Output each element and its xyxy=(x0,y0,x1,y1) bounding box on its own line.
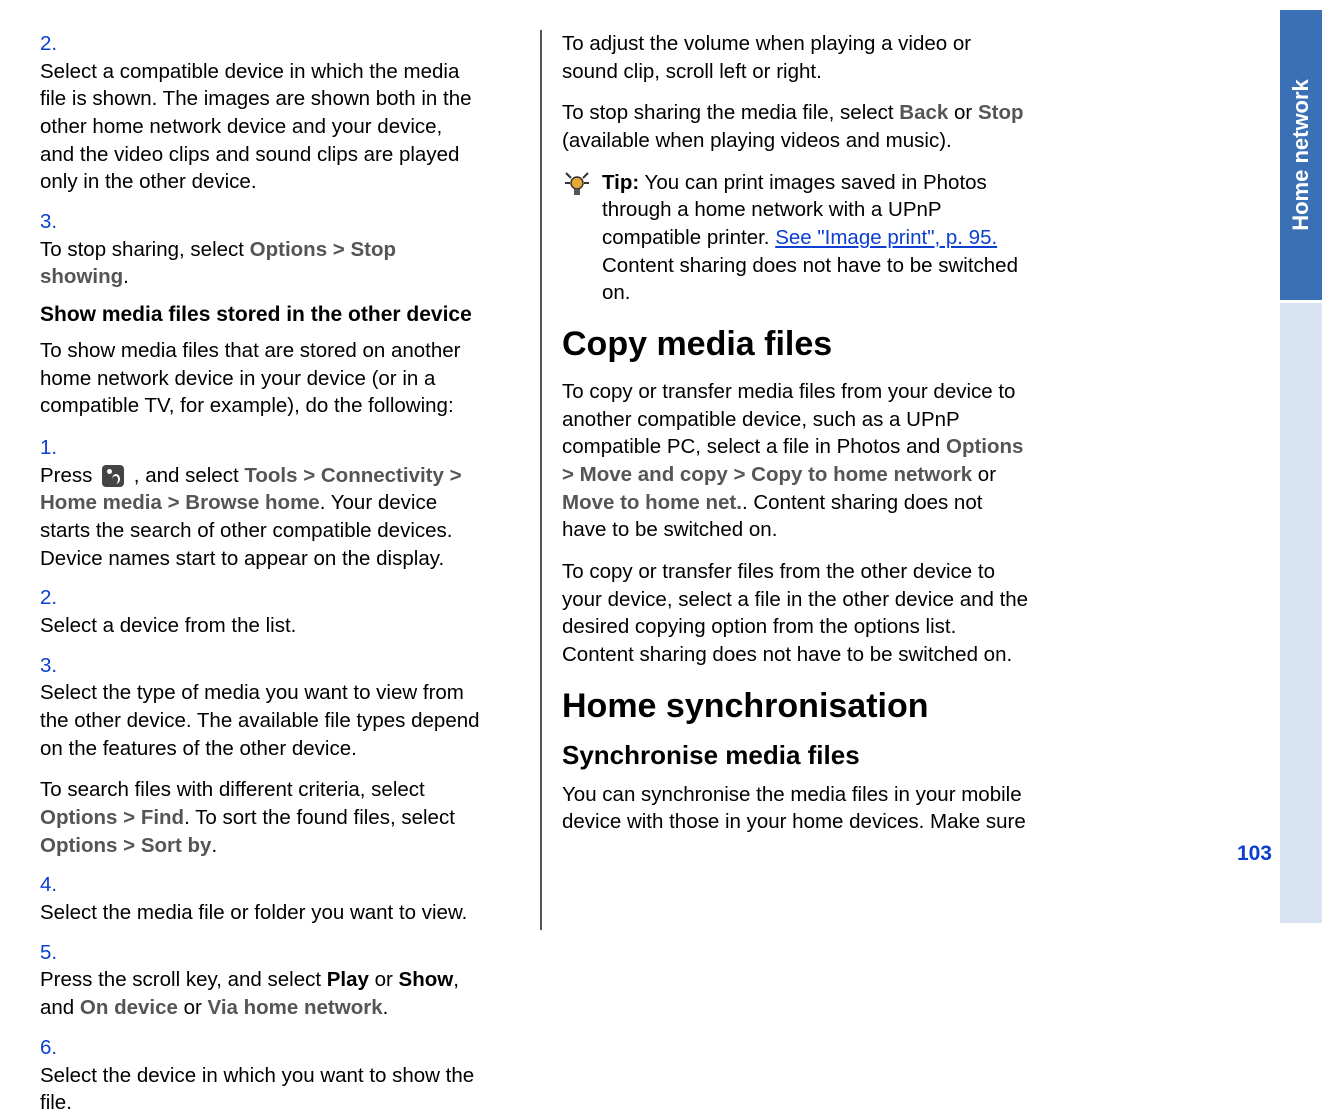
paragraph: You can synchronise the media files in y… xyxy=(562,781,1032,836)
list-number: 2. xyxy=(40,30,68,58)
paragraph: To show media files that are stored on a… xyxy=(40,337,510,420)
menu-label: Tools xyxy=(244,464,297,487)
section-tab-track xyxy=(1280,303,1322,923)
list-main: 1. Press , and select Tools > Connectivi… xyxy=(40,434,510,1117)
list-item: 3. To stop sharing, select Options > Sto… xyxy=(40,208,510,291)
list-item: 4. Select the media file or folder you w… xyxy=(40,871,510,926)
list-number: 4. xyxy=(40,871,68,899)
paragraph: To copy or transfer media files from you… xyxy=(562,378,1032,544)
list-number: 5. xyxy=(40,939,68,967)
list-text: Select the device in which you want to s… xyxy=(40,1062,480,1117)
menu-label: Stop xyxy=(978,101,1024,124)
right-column: To adjust the volume when playing a vide… xyxy=(542,30,1062,924)
list-text: Select a compatible device in which the … xyxy=(40,58,480,196)
list-text: Select a device from the list. xyxy=(40,612,480,640)
menu-label: Copy to home network xyxy=(751,463,972,486)
menu-label: Play xyxy=(327,968,369,991)
list-text: To stop sharing, select Options > Stop s… xyxy=(40,236,480,291)
subheading: Show media files stored in the other dev… xyxy=(40,303,510,327)
section-tab: Home network xyxy=(1280,10,1322,300)
list-item: 6. Select the device in which you want t… xyxy=(40,1034,510,1117)
section-tab-label: Home network xyxy=(1288,79,1314,231)
menu-label: Browse home xyxy=(185,491,319,514)
menu-label: Options xyxy=(250,238,327,261)
paragraph: To stop sharing the media file, select B… xyxy=(562,99,1032,154)
list-sub-paragraph: To search files with different criteria,… xyxy=(40,776,480,859)
menu-label: Back xyxy=(899,101,948,124)
list-text: Press , and select Tools > Connectivity … xyxy=(40,462,480,573)
tip-label: Tip: xyxy=(602,171,639,194)
list-number: 3. xyxy=(40,652,68,680)
menu-label: Move and copy xyxy=(580,463,728,486)
list-item: 2. Select a compatible device in which t… xyxy=(40,30,510,196)
list-text: Press the scroll key, and select Play or… xyxy=(40,966,480,1021)
list-item: 3. Select the type of media you want to … xyxy=(40,652,510,860)
page-content: 2. Select a compatible device in which t… xyxy=(0,0,1322,954)
menu-label: Move to home net. xyxy=(562,491,742,514)
list-item: 2. Select a device from the list. xyxy=(40,584,510,639)
menu-label: Home media xyxy=(40,491,162,514)
menu-label: On device xyxy=(80,996,178,1019)
menu-label: Options xyxy=(40,834,117,857)
menu-label: Options xyxy=(40,806,117,829)
cross-reference-link[interactable]: See "Image print", p. 95. xyxy=(775,226,997,249)
paragraph: To adjust the volume when playing a vide… xyxy=(562,30,1032,85)
menu-label: Find xyxy=(141,806,184,829)
left-column: 2. Select a compatible device in which t… xyxy=(20,30,540,924)
list-item: 5. Press the scroll key, and select Play… xyxy=(40,939,510,1022)
subheading-sync-media: Synchronise media files xyxy=(562,740,1032,771)
menu-label: Sort by xyxy=(141,834,212,857)
list-number: 2. xyxy=(40,584,68,612)
menu-key-icon xyxy=(102,465,124,487)
page-number: 103 xyxy=(1237,842,1272,866)
lightbulb-icon xyxy=(562,169,592,307)
list-item: 1. Press , and select Tools > Connectivi… xyxy=(40,434,510,572)
list-text: Select the media file or folder you want… xyxy=(40,899,480,927)
menu-label: Via home network xyxy=(208,996,383,1019)
heading-copy-media: Copy media files xyxy=(562,325,1032,364)
list-number: 1. xyxy=(40,434,68,462)
tip-block: Tip: You can print images saved in Photo… xyxy=(562,169,1032,307)
list-number: 6. xyxy=(40,1034,68,1062)
menu-label: Show xyxy=(399,968,454,991)
paragraph: To copy or transfer files from the other… xyxy=(562,558,1032,669)
menu-label: Connectivity xyxy=(321,464,444,487)
list-top: 2. Select a compatible device in which t… xyxy=(40,30,510,291)
heading-home-sync: Home synchronisation xyxy=(562,687,1032,726)
tip-text: Tip: You can print images saved in Photo… xyxy=(602,169,1032,307)
list-text: Select the type of media you want to vie… xyxy=(40,679,480,859)
list-number: 3. xyxy=(40,208,68,236)
menu-label: Options xyxy=(946,435,1023,458)
